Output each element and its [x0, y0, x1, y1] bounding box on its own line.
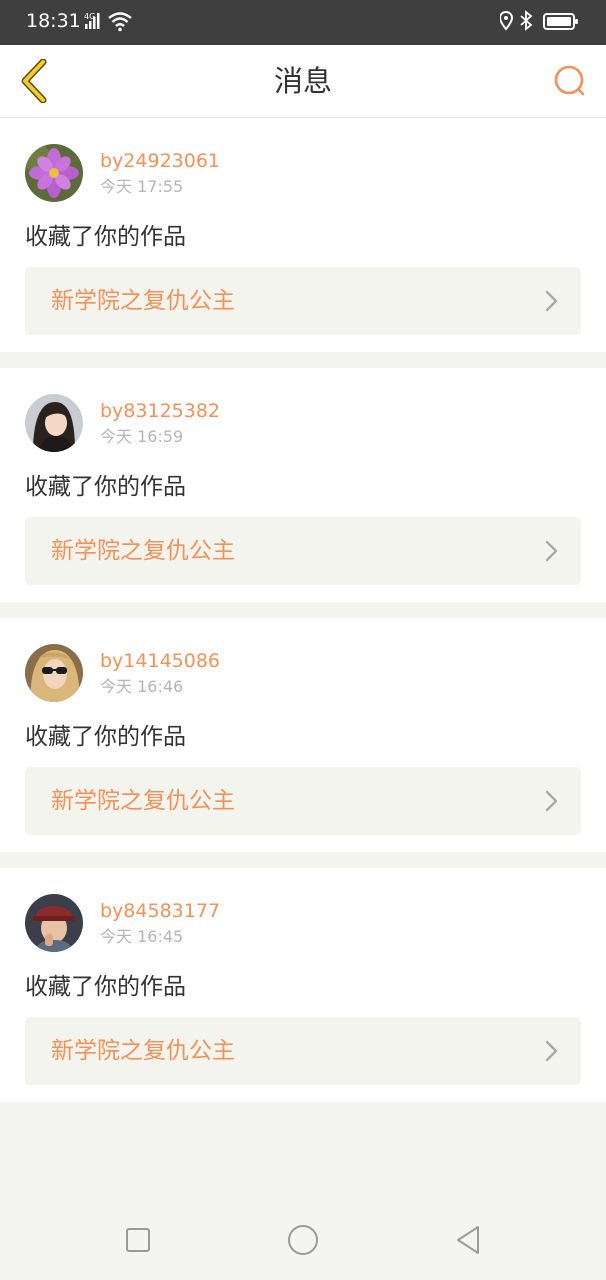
sunglasses-avatar-icon	[25, 644, 83, 702]
chevron-right-icon	[545, 290, 558, 312]
hat-avatar-icon	[25, 894, 83, 952]
status-time: 18:31	[26, 10, 81, 32]
avatar[interactable]	[25, 894, 83, 952]
signal-icon: 4G	[84, 12, 132, 32]
username[interactable]: by24923061	[100, 149, 220, 173]
action-text: 收藏了你的作品	[25, 724, 186, 750]
chevron-right-icon	[545, 790, 558, 812]
back-nav-button[interactable]	[450, 1222, 486, 1258]
circle-icon	[288, 1225, 318, 1255]
status-bar: 18:31 4G	[0, 0, 606, 45]
chevron-right-icon	[545, 1040, 558, 1062]
work-title: 新学院之复仇公主	[51, 788, 235, 814]
battery-icon	[543, 13, 578, 30]
home-button[interactable]	[285, 1222, 321, 1258]
page-title: 消息	[273, 64, 332, 98]
triangle-back-icon	[457, 1226, 479, 1254]
message-card: by14145086 今天 16:46 收藏了你的作品 新学院之复仇公主	[0, 618, 606, 852]
username[interactable]: by14145086	[100, 649, 220, 673]
work-title: 新学院之复仇公主	[51, 538, 235, 564]
avatar[interactable]	[25, 644, 83, 702]
location-icon	[498, 10, 514, 31]
bluetooth-icon	[520, 10, 533, 31]
action-text: 收藏了你的作品	[25, 974, 186, 1000]
avatar[interactable]	[25, 144, 83, 202]
flower-avatar-icon	[25, 144, 83, 202]
work-title: 新学院之复仇公主	[51, 1038, 235, 1064]
message-card: by24923061 今天 17:55 收藏了你的作品 新学院之复仇公主	[0, 118, 606, 352]
search-icon	[554, 65, 585, 96]
action-text: 收藏了你的作品	[25, 224, 186, 250]
message-card: by83125382 今天 16:59 收藏了你的作品 新学院之复仇公主	[0, 368, 606, 602]
action-text: 收藏了你的作品	[25, 474, 186, 500]
message-time: 今天 16:59	[100, 427, 184, 446]
status-left-icons: 4G	[84, 10, 134, 32]
work-link[interactable]: 新学院之复仇公主	[25, 267, 581, 335]
work-title: 新学院之复仇公主	[51, 288, 235, 314]
avatar[interactable]	[25, 394, 83, 452]
message-card: by84583177 今天 16:45 收藏了你的作品 新学院之复仇公主	[0, 868, 606, 1102]
work-link[interactable]: 新学院之复仇公主	[25, 1017, 581, 1085]
message-time: 今天 16:46	[100, 677, 184, 696]
work-link[interactable]: 新学院之复仇公主	[25, 767, 581, 835]
search-button[interactable]	[546, 57, 594, 105]
square-icon	[126, 1228, 150, 1252]
recent-apps-button[interactable]	[120, 1222, 156, 1258]
status-right-icons	[498, 10, 580, 32]
girl-avatar-icon	[25, 394, 83, 452]
chevron-right-icon	[545, 540, 558, 562]
message-time: 今天 16:45	[100, 927, 184, 946]
header-bar: 消息	[0, 45, 606, 118]
message-time: 今天 17:55	[100, 177, 184, 196]
username[interactable]: by84583177	[100, 899, 220, 923]
system-navigation-bar	[0, 1200, 606, 1280]
username[interactable]: by83125382	[100, 399, 220, 423]
work-link[interactable]: 新学院之复仇公主	[25, 517, 581, 585]
